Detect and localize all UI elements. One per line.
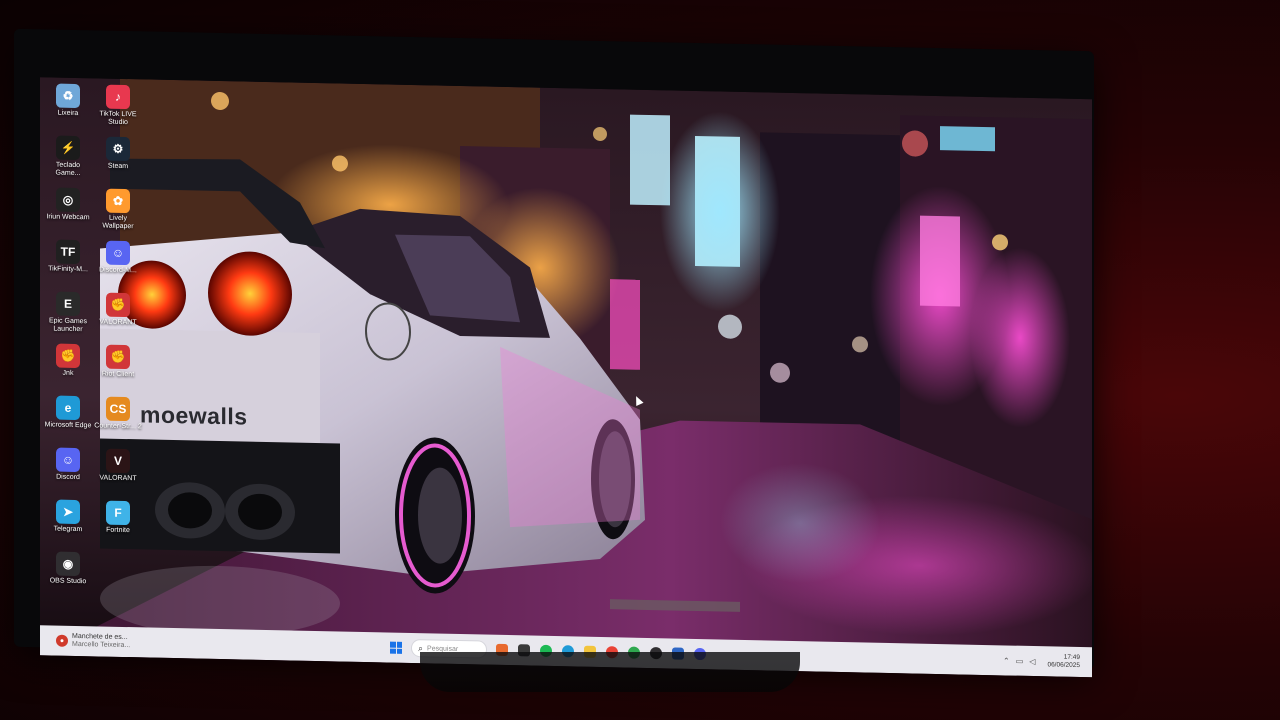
desktop-icon-label: VALORANT [99, 474, 137, 483]
system-tray: ⌃ ▭ ◁ 17:49 06/06/2025 [1003, 652, 1080, 670]
desktop-icon[interactable]: ◎ Iriun Webcam [44, 185, 92, 238]
desktop-icon-label: Discord-M... [99, 266, 137, 275]
desktop-icon[interactable]: ◉ OBS Studio [44, 549, 92, 602]
desktop-icon-label: Teclado Game... [55, 161, 81, 178]
desktop-icon[interactable]: ♻ Lixeira [44, 81, 92, 134]
monitor-bezel: moewalls ♻ Lixeira ♪ TikTok LIVE Studio ⚡ Tec… [14, 28, 1094, 678]
recycle-bin-icon: ♻ [56, 83, 80, 109]
desktop-icon[interactable]: CS Counter-Str... 2 [94, 394, 142, 447]
steam-icon: ⚙ [106, 136, 130, 162]
news-widget[interactable]: ● Manchete de es... Marcello Teixeira... [56, 633, 356, 655]
tikfinity-icon: TF [56, 239, 80, 265]
start-button-icon[interactable] [390, 641, 402, 654]
desktop-icon[interactable]: V VALORANT [94, 446, 142, 499]
desktop-icon-label: OBS Studio [49, 577, 87, 586]
desktop-icon[interactable]: ♪ TikTok LIVE Studio [94, 82, 142, 135]
iriun-webcam-icon: ◎ [56, 187, 80, 213]
desktop-icon-label: Fortnite [106, 526, 130, 535]
desktop-icon-label: Riot Client [101, 370, 135, 379]
desktop-icon[interactable]: ✊ Riot Client [94, 342, 142, 395]
riot-client-icon: ✊ [106, 344, 130, 370]
desktop-icon[interactable]: TF TikFinity-M... [44, 237, 92, 290]
desktop-icon[interactable]: ☺ Discord [44, 445, 92, 498]
fortnite-icon: F [106, 500, 130, 526]
wallpaper-logo-text: moewalls [140, 401, 248, 430]
desktop-icon[interactable]: ⚙ Steam [94, 134, 142, 187]
desktop-icon[interactable]: ✿ Lively Wallpaper [94, 186, 142, 239]
discord-icon: ☺ [106, 240, 130, 266]
news-subtitle: Marcello Teixeira... [72, 640, 131, 650]
desktop-icon[interactable]: ➤ Telegram [44, 497, 92, 550]
desktop-icon-label: Telegram [53, 525, 83, 534]
desktop-icon-label: TikFinity-M... [48, 265, 88, 274]
news-badge-icon: ● [56, 634, 68, 647]
desktop-icon-label: VALORANT [99, 318, 137, 327]
desktop-icon[interactable]: ☺ Discord-M... [94, 238, 142, 291]
desktop-icon[interactable]: ✊ VALORANT [94, 290, 142, 343]
desktop-icon-label: Jnk [62, 369, 74, 377]
desktop-icon[interactable]: E Epic Games Launcher [44, 289, 92, 342]
tiktok-live-icon: ♪ [106, 84, 130, 110]
chevron-up-icon[interactable]: ⌃ [1003, 656, 1010, 665]
desktop-icon[interactable]: F Fortnite [94, 498, 142, 551]
epic-games-icon: E [56, 291, 80, 317]
desktop-icon[interactable]: ✊ Jnk [44, 341, 92, 394]
wallpaper: moewalls [40, 77, 1092, 678]
lively-wallpaper-icon: ✿ [106, 188, 130, 214]
desktop-icons: ♻ Lixeira ♪ TikTok LIVE Studio ⚡ Teclado Game… [44, 81, 144, 603]
desktop-icon-label: Epic Games Launcher [48, 317, 88, 334]
obs-studio-icon: ◉ [56, 551, 80, 577]
discord-icon: ☺ [56, 447, 80, 473]
desktop-screen: moewalls ♻ Lixeira ♪ TikTok LIVE Studio ⚡ Tec… [40, 77, 1092, 678]
desktop-icon-label: TikTok LIVE Studio [99, 110, 137, 127]
monitor-stand [420, 652, 800, 692]
riot-jnk-icon: ✊ [56, 343, 80, 369]
keyboard-game-icon: ⚡ [56, 135, 80, 161]
desktop-icon-label: Lixeira [57, 109, 79, 118]
desktop-icon[interactable]: e Microsoft Edge [44, 393, 92, 446]
desktop-icon-label: Microsoft Edge [44, 421, 92, 430]
desktop-icon-label: Steam [107, 162, 129, 171]
desktop-icon-label: Counter-Str... 2 [94, 422, 142, 431]
desktop-icon-label: Iriun Webcam [46, 213, 90, 222]
counter-strike-icon: CS [106, 396, 130, 422]
network-icon[interactable]: ▭ [1016, 656, 1024, 665]
volume-icon[interactable]: ◁ [1029, 656, 1035, 665]
clock[interactable]: 17:49 06/06/2025 [1047, 653, 1080, 670]
edge-icon: e [56, 395, 80, 421]
desktop-icon-label: Discord [56, 473, 80, 482]
telegram-icon: ➤ [56, 499, 80, 525]
desktop-icon-label: Lively Wallpaper [102, 214, 134, 231]
valorant-riot-icon: ✊ [106, 292, 130, 318]
clock-date: 06/06/2025 [1047, 661, 1080, 670]
valorant-icon: V [106, 448, 130, 474]
desktop-icon[interactable]: ⚡ Teclado Game... [44, 133, 92, 186]
